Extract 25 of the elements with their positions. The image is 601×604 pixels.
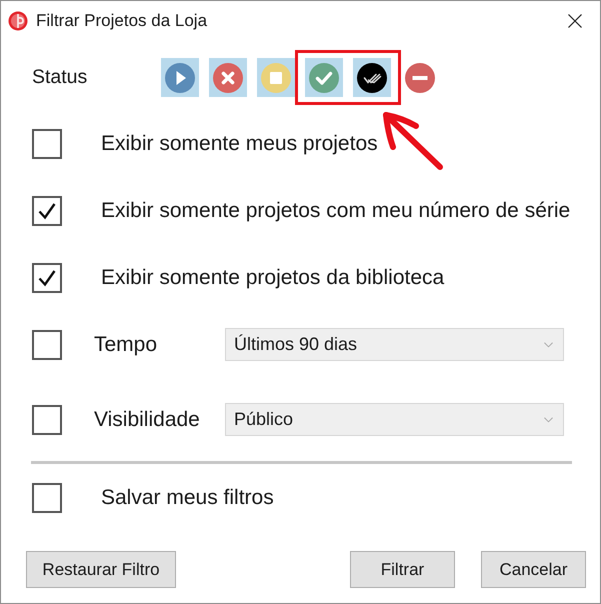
checkbox[interactable]	[32, 263, 62, 293]
dialog-button[interactable]: Restaurar Filtro	[26, 551, 176, 588]
option-label: Exibir somente meus projetos	[101, 132, 378, 156]
option-label: Exibir somente projetos com meu número de série	[101, 199, 570, 223]
option-label: Tempo	[94, 332, 158, 356]
checkbox[interactable]	[32, 129, 62, 159]
dropdown[interactable]: Últimos 90 dias	[225, 328, 564, 361]
status-label: Status	[32, 66, 88, 89]
chevron-down-icon	[544, 416, 553, 422]
chevron-down-icon	[544, 342, 553, 348]
dropdown[interactable]: Público	[225, 403, 564, 436]
dialog-button[interactable]: Filtrar	[350, 551, 455, 588]
checkbox[interactable]	[32, 404, 62, 434]
checkbox[interactable]	[32, 483, 62, 513]
dialog-button[interactable]: Cancelar	[481, 551, 586, 588]
checkmark-icon	[37, 268, 57, 288]
checkmark-icon	[37, 201, 57, 221]
option-label: Visibilidade	[94, 408, 201, 432]
checkbox[interactable]	[32, 196, 62, 226]
close-icon[interactable]	[568, 14, 582, 28]
checkbox[interactable]	[32, 330, 62, 360]
app-logo-icon	[8, 10, 28, 30]
window-title: Filtrar Projetos da Loja	[36, 10, 208, 30]
option-label: Salvar meus filtros	[101, 486, 274, 510]
option-label: Exibir somente projetos da biblioteca	[101, 266, 444, 290]
